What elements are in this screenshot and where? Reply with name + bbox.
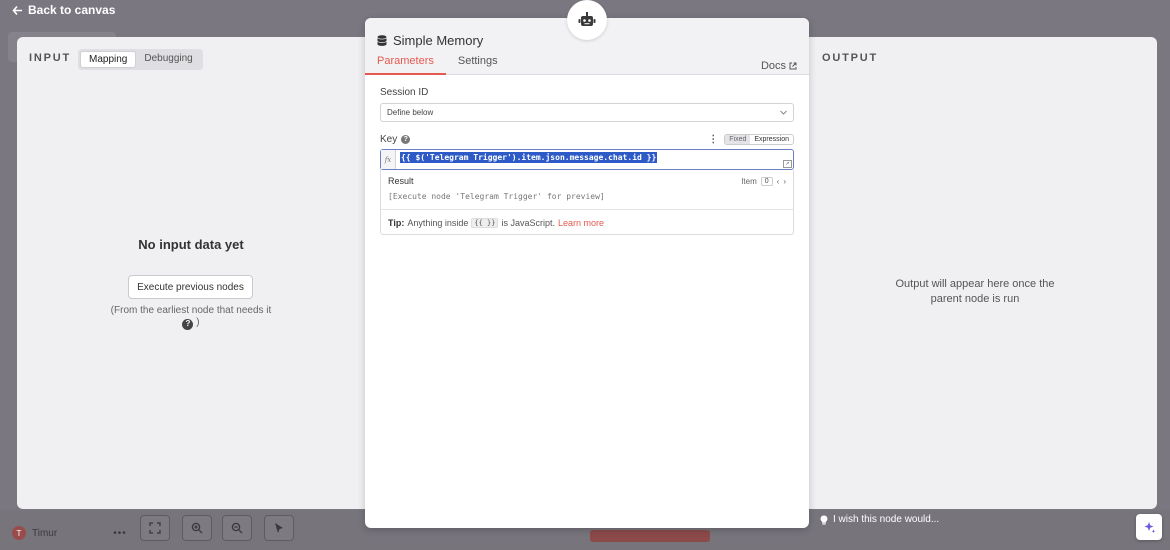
value-mode-toggle: Fixed Expression — [724, 134, 794, 145]
key-label-group: Key ? — [380, 134, 411, 145]
tab-settings[interactable]: Settings — [446, 55, 510, 75]
key-label: Key — [380, 134, 398, 145]
tip-text-after: is JavaScript. — [501, 218, 555, 228]
node-title-text[interactable]: Simple Memory — [393, 33, 483, 48]
fx-icon: fx — [381, 150, 396, 169]
execute-hint: (From the earliest node that needs it ? … — [107, 305, 275, 330]
result-header: Result Item 0 ‹ › — [381, 170, 793, 186]
session-id-value: Define below — [387, 108, 434, 117]
robot-icon — [578, 12, 596, 26]
execute-workflow-button[interactable] — [590, 530, 710, 542]
session-id-label: Session ID — [380, 87, 429, 98]
mode-expression-option[interactable]: Expression — [750, 135, 793, 144]
expression-code[interactable]: {{ $('Telegram Trigger').item.json.messa… — [396, 150, 661, 169]
pointer-tool-button[interactable] — [264, 515, 294, 541]
key-expression-editor[interactable]: fx {{ $('Telegram Trigger').item.json.me… — [380, 149, 794, 170]
zoom-in-button[interactable] — [182, 515, 212, 541]
ai-assistant-button[interactable] — [1136, 514, 1162, 540]
lightbulb-icon — [820, 514, 828, 524]
result-label: Result — [388, 176, 414, 186]
user-name: Timur — [32, 527, 58, 539]
user-menu[interactable]: T Timur ••• — [12, 526, 127, 540]
dialog-header: Simple Memory Parameters Settings Docs — [365, 0, 809, 75]
more-vertical-icon[interactable]: ⋮ — [708, 134, 718, 145]
result-preview: [Execute node 'Telegram Trigger' for pre… — [381, 186, 793, 210]
output-empty-message: Output will appear here once the parent … — [895, 278, 1055, 305]
tab-mapping[interactable]: Mapping — [80, 51, 137, 68]
input-panel: INPUT Mapping Debugging No input data ye… — [17, 37, 365, 509]
input-panel-title: INPUT — [29, 52, 71, 64]
pointer-icon — [275, 523, 283, 533]
docs-link[interactable]: Docs — [761, 60, 797, 72]
external-link-icon — [789, 62, 797, 70]
execute-hint-close: ) — [196, 317, 200, 328]
output-panel: OUTPUT Output will appear here once the … — [810, 37, 1157, 509]
zoom-in-icon — [191, 522, 203, 534]
session-id-select[interactable]: Define below — [380, 103, 794, 122]
key-field-header: Key ? ⋮ Fixed Expression — [380, 134, 794, 145]
tab-parameters[interactable]: Parameters — [365, 55, 446, 75]
help-icon[interactable]: ? — [182, 318, 194, 330]
execute-hint-text: (From the earliest node that needs it — [110, 305, 272, 316]
item-label: Item — [741, 176, 757, 186]
back-to-canvas-link[interactable]: Back to canvas — [12, 3, 115, 17]
expression-text: {{ $('Telegram Trigger').item.json.messa… — [400, 152, 658, 163]
tip-code: {{ }} — [471, 218, 499, 228]
item-navigator: Item 0 ‹ › — [741, 176, 786, 186]
mode-fixed-option[interactable]: Fixed — [725, 135, 751, 144]
docs-label: Docs — [760, 60, 786, 72]
database-icon — [377, 35, 387, 46]
sparkle-icon — [1144, 521, 1155, 533]
item-index-input[interactable]: 0 — [760, 176, 773, 186]
no-input-title: No input data yet — [138, 237, 244, 252]
node-type-badge — [567, 0, 607, 40]
more-horizontal-icon[interactable]: ••• — [113, 528, 127, 539]
node-feedback-link[interactable]: I wish this node would... — [820, 514, 939, 525]
zoom-out-icon — [231, 522, 243, 534]
back-to-canvas-label: Back to canvas — [28, 3, 116, 17]
key-options: ⋮ Fixed Expression — [708, 134, 794, 145]
avatar: T — [12, 526, 26, 540]
tab-debugging[interactable]: Debugging — [136, 51, 200, 68]
dialog-tabs: Parameters Settings — [365, 55, 510, 75]
fit-view-button[interactable] — [140, 515, 170, 541]
fit-view-icon — [149, 522, 161, 534]
tip-label: Tip: — [388, 218, 405, 228]
expression-tip: Tip: Anything inside {{ }} is JavaScript… — [381, 210, 793, 234]
chevron-down-icon — [780, 110, 787, 115]
expand-icon[interactable]: ↗ — [783, 160, 792, 168]
help-icon[interactable]: ? — [401, 135, 411, 144]
execute-previous-nodes-button[interactable]: Execute previous nodes — [128, 275, 253, 299]
expression-result-panel: Result Item 0 ‹ › [Execute node 'Telegra… — [380, 170, 794, 235]
tip-text: Anything inside — [407, 218, 469, 228]
zoom-out-button[interactable] — [222, 515, 252, 541]
chevron-right-icon[interactable]: › — [783, 177, 786, 186]
dialog-body: Session ID Define below Key ? ⋮ Fixed Ex… — [365, 75, 809, 245]
node-settings-dialog: Simple Memory Parameters Settings Docs S… — [365, 0, 809, 528]
learn-more-link[interactable]: Learn more — [558, 218, 604, 228]
output-panel-title: OUTPUT — [822, 52, 879, 64]
feedback-text: I wish this node would... — [833, 514, 940, 525]
arrow-left-icon — [12, 5, 22, 15]
node-title: Simple Memory — [377, 33, 483, 48]
input-mode-switch: Mapping Debugging — [78, 49, 203, 70]
chevron-left-icon[interactable]: ‹ — [777, 177, 780, 186]
